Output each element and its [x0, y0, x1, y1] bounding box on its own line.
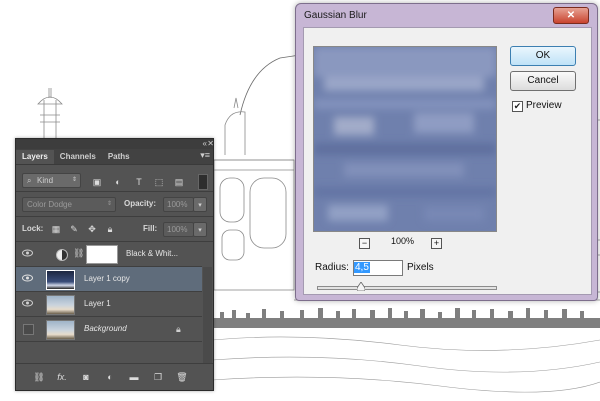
chevron-down-icon: ▾	[198, 227, 202, 234]
tab-channels[interactable]: Channels	[54, 150, 102, 164]
lock-all-icon[interactable]: 🔒︎	[105, 224, 115, 234]
fill-dropdown-button[interactable]: ▾	[193, 222, 207, 237]
folder-icon[interactable]: ▬	[128, 371, 140, 383]
search-icon: ⌕	[27, 176, 32, 185]
link-icon[interactable]: ⛓	[33, 371, 45, 383]
zoom-out-button[interactable]: −	[359, 238, 370, 249]
filter-kind-label: Kind	[37, 176, 54, 185]
layer-name[interactable]: Layer 1 copy	[84, 267, 130, 291]
adjustment-filter-icon[interactable]: ◐	[113, 177, 123, 187]
zoom-in-button[interactable]: +	[431, 238, 442, 249]
zoom-level: 100%	[391, 236, 415, 246]
mask-link-icon[interactable]: ⛓	[73, 248, 84, 259]
gaussian-blur-dialog: Gaussian Blur ✕ − 100% + OK Cancel ✔ Pre…	[295, 3, 598, 301]
opacity-field[interactable]: 100%	[163, 197, 194, 212]
panel-title-bar[interactable]: « ✕	[16, 139, 214, 149]
layers-bottom-toolbar: ⛓ fx. ◙ ◐ ▬ ❐ 🗑︎	[16, 363, 213, 390]
opacity-label: Opacity:	[124, 199, 157, 208]
adjustment-icon[interactable]: ◐	[104, 371, 116, 383]
fill-field[interactable]: 100%	[163, 222, 194, 237]
blend-mode-select[interactable]: Color Dodge ⇕	[22, 197, 116, 212]
layer-row-layer-1-copy[interactable]: Layer 1 copy	[16, 267, 202, 292]
blend-mode-value: Color Dodge	[27, 200, 72, 209]
filter-toggle[interactable]	[198, 174, 208, 190]
close-panel-icon[interactable]: ✕	[207, 139, 214, 149]
visibility-eye-icon[interactable]	[22, 249, 33, 257]
adjustment-layer-icon	[56, 249, 68, 261]
panel-tabs: Layers Channels Paths ▾≡	[16, 149, 213, 165]
close-button[interactable]: ✕	[553, 7, 589, 24]
radius-value: 4,5	[354, 262, 370, 273]
panel-menu-icon[interactable]: ▾≡	[200, 150, 210, 161]
mask-icon[interactable]: ◙	[80, 371, 92, 383]
chevron-updown-icon: ⇕	[106, 201, 112, 207]
layer-name[interactable]: Layer 1	[84, 292, 111, 316]
layer-name[interactable]: Black & Whit...	[126, 242, 178, 266]
lock-row: Lock: ▦ ✎ ✥ 🔒︎ Fill: 100% ▾	[16, 217, 213, 241]
smart-object-filter-icon[interactable]: ▤	[174, 177, 184, 187]
chevron-updown-icon: ⇕	[71, 177, 77, 183]
layer-thumbnail[interactable]	[46, 320, 75, 340]
tab-layers[interactable]: Layers	[16, 150, 54, 164]
lock-icon: 🔒︎	[176, 324, 181, 334]
fx-icon[interactable]: fx.	[56, 371, 68, 383]
filter-kind-select[interactable]: ⌕ Kind ⇕	[22, 173, 81, 188]
opacity-value: 100%	[167, 200, 188, 209]
lock-label: Lock:	[22, 224, 44, 233]
visibility-eye-icon[interactable]	[22, 299, 33, 307]
radius-label: Radius:	[315, 262, 349, 273]
tab-paths[interactable]: Paths	[102, 150, 136, 164]
layers-panel: « ✕ Layers Channels Paths ▾≡ ⌕ Kind ⇕ ▣ …	[15, 138, 214, 391]
lock-transparency-icon[interactable]: ▦	[51, 224, 61, 234]
layer-thumbnail[interactable]	[46, 270, 75, 290]
layer-mask-thumbnail[interactable]	[86, 245, 118, 264]
layer-row-background[interactable]: Background 🔒︎	[16, 317, 202, 342]
chevron-down-icon: ▾	[198, 202, 202, 209]
preview-label: Preview	[526, 100, 562, 111]
layer-name[interactable]: Background	[84, 317, 127, 341]
layer-row-black-white[interactable]: ⛓ Black & Whit...	[16, 242, 202, 267]
filter-row: ⌕ Kind ⇕ ▣ ◐ T ⬚ ▤	[16, 169, 213, 191]
new-layer-icon[interactable]: ❐	[152, 371, 164, 383]
shape-filter-icon[interactable]: ⬚	[154, 177, 164, 187]
cancel-button[interactable]: Cancel	[510, 71, 576, 91]
layer-thumbnail[interactable]	[46, 295, 75, 315]
trash-icon[interactable]: 🗑︎	[176, 371, 188, 383]
lock-position-icon[interactable]: ✥	[87, 224, 97, 234]
ok-button[interactable]: OK	[510, 46, 576, 66]
fill-value: 100%	[167, 225, 188, 234]
slider-thumb[interactable]	[356, 282, 365, 291]
radius-slider[interactable]	[317, 282, 497, 291]
visibility-eye-icon[interactable]	[22, 274, 33, 282]
dialog-title: Gaussian Blur	[304, 10, 367, 21]
preview-checkbox[interactable]: ✔	[512, 101, 523, 112]
layers-scrollbar[interactable]	[203, 267, 212, 372]
blurred-preview-image	[314, 47, 496, 231]
pixel-filter-icon[interactable]: ▣	[92, 177, 102, 187]
opacity-dropdown-button[interactable]: ▾	[193, 197, 207, 212]
blend-row: Color Dodge ⇕ Opacity: 100% ▾	[16, 192, 213, 216]
fill-label: Fill:	[143, 224, 158, 233]
type-filter-icon[interactable]: T	[134, 177, 144, 187]
radius-input[interactable]: 4,5	[353, 260, 403, 276]
visibility-toggle-off[interactable]	[23, 324, 34, 335]
blur-preview[interactable]	[313, 46, 497, 232]
lock-image-icon[interactable]: ✎	[69, 224, 79, 234]
radius-unit-label: Pixels	[407, 262, 434, 273]
layer-row-layer-1[interactable]: Layer 1	[16, 292, 202, 317]
dialog-body: − 100% + OK Cancel ✔ Preview Radius: 4,5…	[303, 27, 592, 295]
